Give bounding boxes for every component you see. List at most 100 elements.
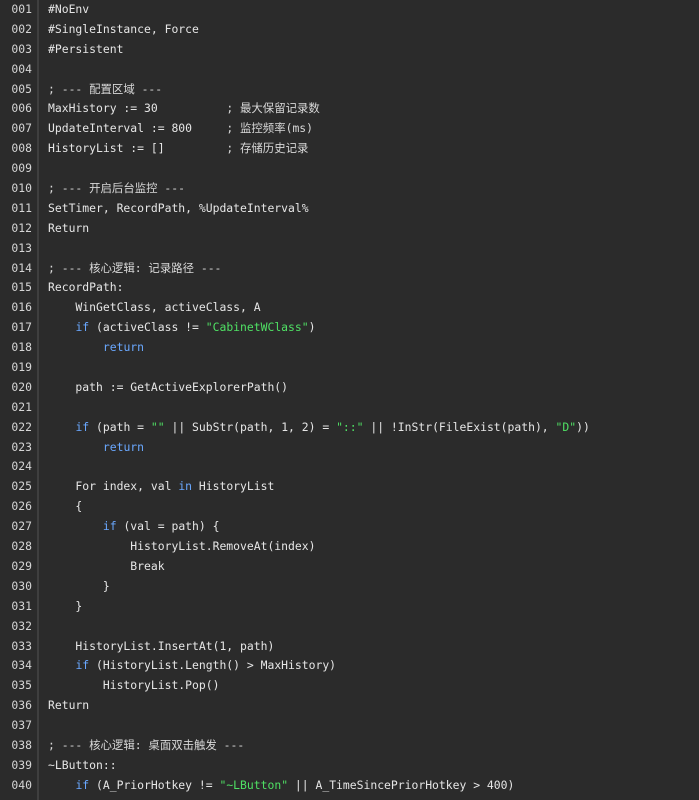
code-token: "" xyxy=(150,419,165,434)
code-line[interactable]: 036 Return xyxy=(0,696,699,717)
code-token: if xyxy=(75,658,90,673)
code-token: || A_TimeSincePriorHotkey > 400) xyxy=(288,777,515,792)
code-line[interactable]: 009 xyxy=(0,159,699,180)
code-token: ; --- 核心逻辑: 记录路径 --- xyxy=(48,260,222,275)
code-line[interactable]: 006 MaxHistory := 30 ; 最大保留记录数 xyxy=(0,99,699,120)
line-number: 019 xyxy=(11,360,32,375)
code-line[interactable]: 027 if (val = path) { xyxy=(0,517,699,538)
code-line[interactable]: 041 return xyxy=(0,795,699,800)
code-line[interactable]: 017 if (activeClass != "CabinetWClass") xyxy=(0,318,699,339)
line-number: 029 xyxy=(11,558,32,573)
code-line[interactable]: 014 ; --- 核心逻辑: 记录路径 --- xyxy=(0,258,699,279)
code-token: return xyxy=(102,340,145,355)
code-line[interactable]: 007 UpdateInterval := 800 ; 监控频率(ms) xyxy=(0,119,699,140)
line-number: 024 xyxy=(11,459,32,474)
code-line[interactable]: 003 #Persistent xyxy=(0,39,699,60)
code-token: UpdateInterval := 800 xyxy=(48,121,227,136)
code-token: RecordPath: xyxy=(48,280,124,295)
code-line[interactable]: 011 SetTimer, RecordPath, %UpdateInterval… xyxy=(0,198,699,219)
line-number: 039 xyxy=(11,757,32,772)
line-number: 003 xyxy=(11,41,32,56)
line-number: 040 xyxy=(11,777,32,792)
code-text: #SingleInstance, Force xyxy=(37,19,699,40)
line-number: 035 xyxy=(11,678,32,693)
code-line[interactable]: 004 xyxy=(0,59,699,80)
code-line[interactable]: 023 return xyxy=(0,437,699,458)
code-token: { xyxy=(48,499,83,514)
code-text xyxy=(37,358,699,378)
code-token: || SubStr(path, 1, 2) = xyxy=(164,419,337,434)
code-line[interactable]: 010 ; --- 开启后台监控 --- xyxy=(0,179,699,199)
code-text: ; --- 核心逻辑: 记录路径 --- xyxy=(37,258,699,279)
code-line[interactable]: 031 } xyxy=(0,596,699,617)
code-line[interactable]: 037 xyxy=(0,716,699,736)
line-number: 017 xyxy=(11,320,32,335)
code-token: MaxHistory := 30 xyxy=(48,101,227,116)
code-editor[interactable]: 001 #NoEnv 002 #SingleInstance, Force 003 #Pe… xyxy=(0,0,699,800)
code-line[interactable]: 039 ~LButton:: xyxy=(0,755,699,776)
code-line[interactable]: 033 HistoryList.InsertAt(1, path) xyxy=(0,636,699,657)
code-line[interactable]: 015 RecordPath: xyxy=(0,278,699,299)
code-token: return xyxy=(102,439,145,454)
code-line[interactable]: 012 Return xyxy=(0,218,699,239)
code-line[interactable]: 020 path := GetActiveExplorerPath() xyxy=(0,377,699,398)
code-token: "~LButton" xyxy=(219,777,289,792)
code-line[interactable]: 034 if (HistoryList.Length() > MaxHistor… xyxy=(0,656,699,677)
line-number: 001 xyxy=(11,2,32,16)
code-text: if (path = "" || SubStr(path, 1, 2) = ":… xyxy=(37,417,699,438)
code-line[interactable]: 018 return xyxy=(0,338,699,359)
code-line[interactable]: 032 xyxy=(0,616,699,637)
code-token: For index, val xyxy=(48,479,179,494)
code-text: Break xyxy=(37,556,699,577)
code-text: HistoryList.Pop() xyxy=(37,676,699,697)
code-token: WinGetClass, activeClass, A xyxy=(48,300,261,315)
code-line[interactable]: 040 if (A_PriorHotkey != "~LButton" || A… xyxy=(0,775,699,796)
code-token: if xyxy=(75,320,90,335)
code-line[interactable]: 029 Break xyxy=(0,556,699,577)
line-number: 018 xyxy=(11,340,32,355)
code-line[interactable]: 028 HistoryList.RemoveAt(index) xyxy=(0,537,699,557)
code-token: ; 监控频率(ms) xyxy=(226,121,314,136)
code-text: ; --- 开启后台监控 --- xyxy=(37,179,699,199)
code-line[interactable]: 026 { xyxy=(0,497,699,518)
code-line[interactable]: 019 xyxy=(0,358,699,378)
line-number: 038 xyxy=(11,737,32,752)
code-text: path := GetActiveExplorerPath() xyxy=(37,377,699,398)
code-line[interactable]: 021 xyxy=(0,397,699,418)
code-line[interactable]: 030 } xyxy=(0,576,699,597)
line-number: 023 xyxy=(11,439,32,454)
code-line[interactable]: 002 #SingleInstance, Force xyxy=(0,19,699,40)
code-token: (path = xyxy=(89,419,151,434)
line-number: 004 xyxy=(11,61,32,76)
code-text: } xyxy=(37,576,699,597)
code-line[interactable]: 025 For index, val in HistoryList xyxy=(0,477,699,498)
code-token: (val = path) { xyxy=(116,519,220,534)
line-number: 013 xyxy=(11,240,32,255)
code-text: UpdateInterval := 800 ; 监控频率(ms) xyxy=(37,119,699,140)
line-number: 028 xyxy=(11,539,32,554)
code-line[interactable]: 016 WinGetClass, activeClass, A xyxy=(0,298,699,319)
code-token: path := GetActiveExplorerPath() xyxy=(48,379,289,394)
line-number: 022 xyxy=(11,419,32,434)
code-text xyxy=(37,59,699,80)
code-line[interactable]: 005 ; --- 配置区域 --- xyxy=(0,79,699,100)
code-text xyxy=(37,457,699,478)
code-line[interactable]: 024 xyxy=(0,457,699,478)
code-line[interactable]: 008 HistoryList := [] ; 存储历史记录 xyxy=(0,139,699,160)
line-number: 033 xyxy=(11,638,32,653)
code-token: HistoryList := [] xyxy=(48,141,227,156)
line-number: 026 xyxy=(11,499,32,514)
code-text: HistoryList.InsertAt(1, path) xyxy=(37,636,699,657)
code-text: #NoEnv xyxy=(37,0,699,20)
code-line[interactable]: 038 ; --- 核心逻辑: 桌面双击触发 --- xyxy=(0,735,699,756)
code-token: if xyxy=(75,419,90,434)
code-line[interactable]: 013 xyxy=(0,238,699,259)
line-number: 027 xyxy=(11,519,32,534)
code-line[interactable]: 022 if (path = "" || SubStr(path, 1, 2) … xyxy=(0,417,699,438)
line-number: 036 xyxy=(11,698,32,713)
code-line[interactable]: 001 #NoEnv xyxy=(0,0,699,20)
code-token: HistoryList.Pop() xyxy=(48,678,220,693)
code-line[interactable]: 035 HistoryList.Pop() xyxy=(0,676,699,697)
